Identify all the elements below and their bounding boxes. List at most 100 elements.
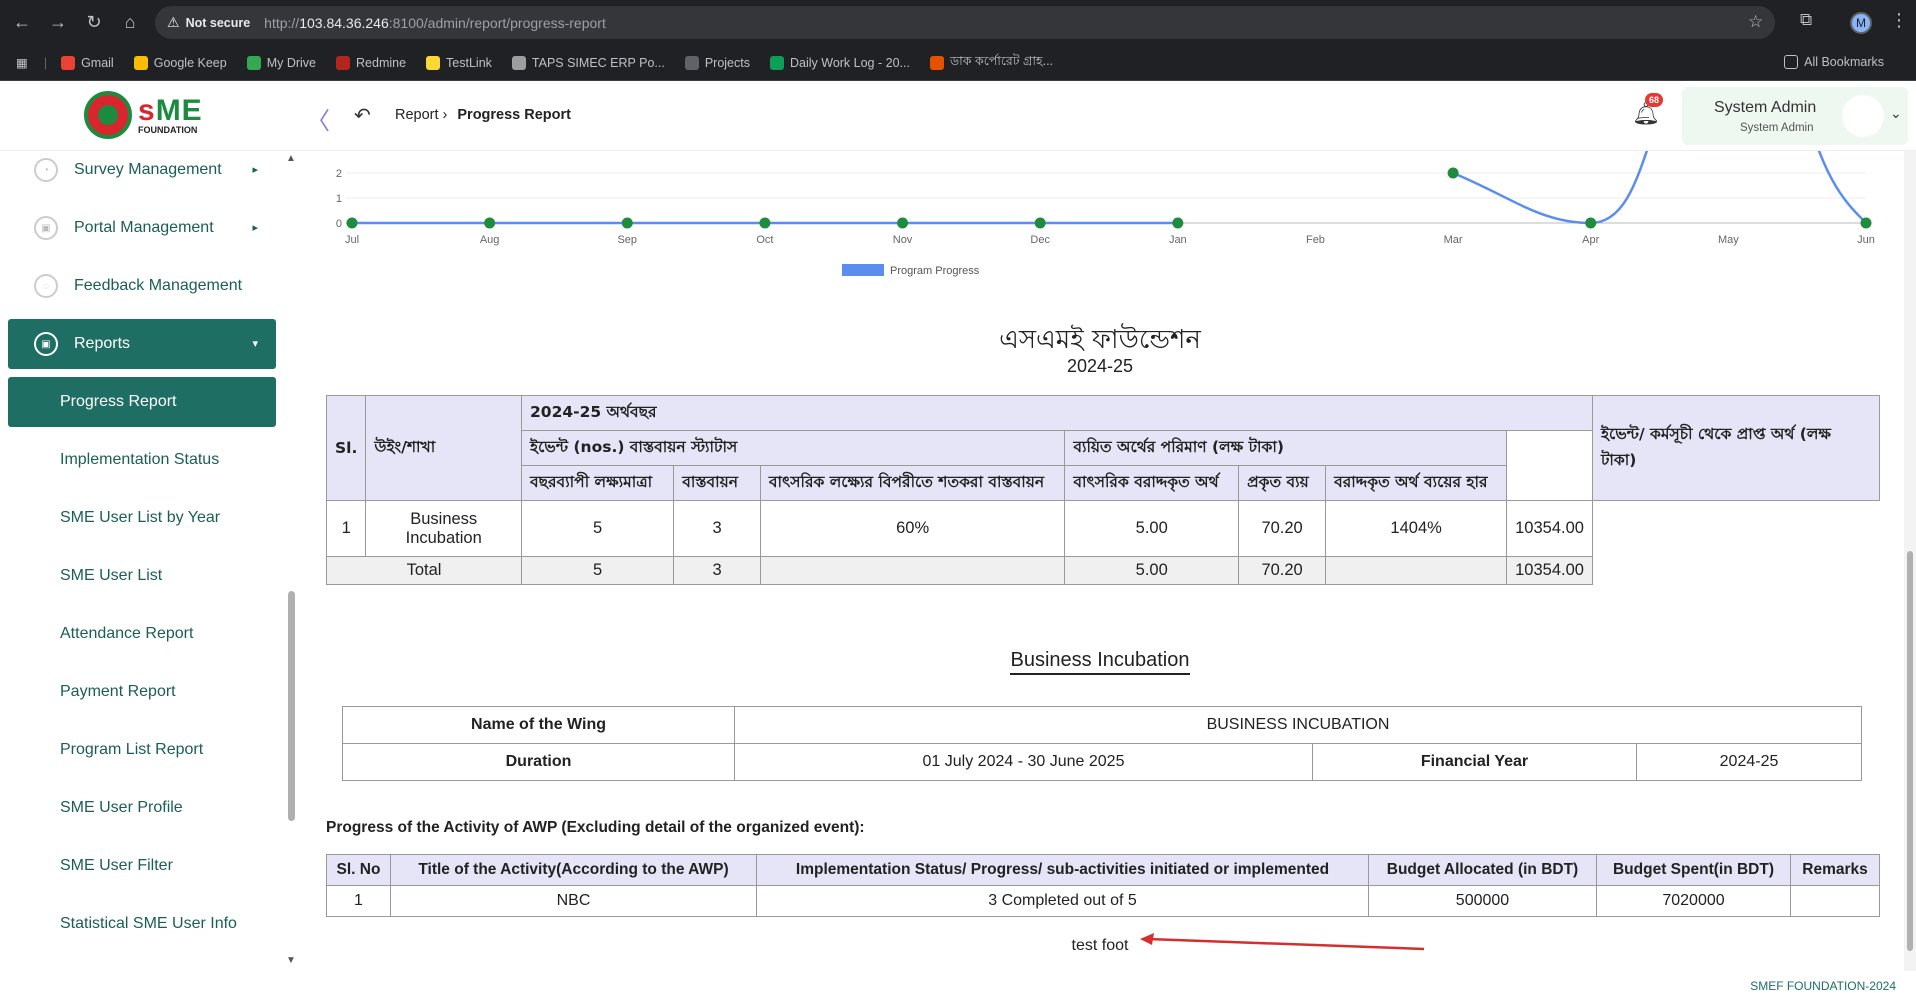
awp-table: Sl. No Title of the Activity(According t… (326, 854, 1880, 917)
bookmarks-bar: ▦ | Gmail Google Keep My Drive Redmine TestL… (0, 45, 1916, 81)
forward-arrow-icon[interactable]: → (44, 9, 72, 37)
bookmark-favicon-icon (769, 55, 784, 70)
bookmark-item[interactable]: TestLink (426, 53, 492, 73)
sidebar-subitem-sme-user-list[interactable]: SME User List (8, 551, 276, 601)
reload-icon[interactable]: ↻ (80, 9, 108, 37)
sidebar-subitem-program-list-report[interactable]: Program List Report (8, 725, 276, 775)
address-bar[interactable]: ⚠ Not secure http://103.84.36.246:8100/a… (155, 6, 1775, 39)
bookmark-star-icon[interactable]: ☆ (1748, 12, 1763, 32)
browser-menu-icon[interactable]: ⋮ (1890, 10, 1908, 31)
scroll-up-icon[interactable]: ▲ (286, 153, 296, 164)
sidebar-scrollbar[interactable]: ▲ ▼ (286, 151, 296, 971)
x-tick-label: Aug (480, 234, 500, 246)
chevron-down-icon: ⌄ (1890, 105, 1902, 121)
data-point (484, 217, 496, 229)
y-tick-label: 2 (336, 168, 342, 180)
bookmark-item[interactable]: My Drive (246, 53, 316, 73)
breadcrumb: Report › Progress Report (395, 107, 571, 123)
chevron-down-icon: ▾ (252, 338, 258, 350)
sidebar-subitem-sme-user-list-by-year[interactable]: SME User List by Year (8, 493, 276, 543)
bookmark-favicon-icon (246, 55, 261, 70)
total-row: Total 5 3 5.00 70.20 10354.00 (325, 556, 1880, 585)
bookmark-item[interactable]: ডাক কর্পোরেট গ্রাহ... (929, 53, 1053, 73)
sidebar-item-portal-management[interactable]: ▣ Portal Management ▸ (8, 203, 276, 253)
legend-swatch (842, 264, 884, 276)
awp-title: Progress of the Activity of AWP (Excludi… (326, 819, 865, 836)
profile-avatar[interactable]: M (1850, 12, 1872, 34)
user-menu[interactable]: System Admin System Admin ⌄ (1682, 87, 1908, 145)
summary-table: Sl. উইং/শাখা 2024-25 অর্থবছর ইভেন্ট/ কর্… (325, 395, 1881, 585)
back-arrow-icon[interactable]: ← (8, 9, 36, 37)
bookmark-favicon-icon (61, 55, 76, 70)
bookmark-item[interactable]: Daily Work Log - 20... (769, 53, 910, 73)
data-point (897, 217, 909, 229)
x-tick-label: May (1718, 234, 1739, 246)
sidebar-subitem-implementation-status[interactable]: Implementation Status (8, 435, 276, 485)
bookmark-item[interactable]: Google Keep (133, 53, 227, 73)
bookmark-favicon-icon (133, 55, 148, 70)
chevron-right-icon: ▸ (252, 164, 258, 176)
progress-line-chart: 0 1 2 Jul Aug Sep Oct Nov Dec Jan Feb Mar Apr May Jun P… (336, 151, 1875, 277)
sidebar-subitem-sme-user-filter[interactable]: SME User Filter (8, 841, 276, 891)
col-rate: বরাদ্দকৃত অর্থ ব্যয়ের হার (1325, 465, 1508, 501)
sidebar-scroll-thumb[interactable] (288, 591, 295, 821)
sidebar-item-reports[interactable]: ▣ Reports ▾ (8, 319, 276, 369)
col-income: ইভেন্ট/ কর্মসূচী থেকে প্রাপ্ত অর্থ (লক্ষ… (1591, 395, 1881, 501)
x-tick-label: Mar (1444, 234, 1463, 246)
col-implemented: বাস্তবায়ন (673, 465, 761, 501)
security-label: Not secure (185, 15, 251, 30)
sidebar-subitem-sme-user-profile[interactable]: SME User Profile (8, 783, 276, 833)
series-curve (1452, 151, 1867, 225)
bookmark-favicon-icon (336, 55, 351, 70)
page-scroll-thumb[interactable] (1907, 551, 1913, 951)
bookmark-favicon-icon (426, 55, 441, 70)
col-allocated: বাৎসরিক বরাদ্দকৃত অর্থ (1064, 465, 1240, 501)
lock-icon: ▣ (34, 216, 58, 240)
x-tick-label: Oct (756, 234, 773, 246)
back-icon[interactable]: ↶ (354, 103, 371, 128)
breadcrumb-parent[interactable]: Report (395, 107, 439, 123)
breadcrumb-current: Progress Report (457, 107, 571, 123)
bookmark-favicon-icon (511, 55, 526, 70)
bangladesh-emblem-icon (84, 91, 132, 139)
main-content: 0 1 2 Jul Aug Sep Oct Nov Dec Jan Feb Mar Apr May Jun P… (300, 151, 1900, 971)
sidebar-subitem-payment-report[interactable]: Payment Report (8, 667, 276, 717)
extensions-icon[interactable]: ⧉ (1800, 10, 1812, 30)
page-scrollbar[interactable] (1904, 151, 1916, 971)
sidebar-subitem-attendance-report[interactable]: Attendance Report (8, 609, 276, 659)
sidebar-subitem-progress-report[interactable]: Progress Report (8, 377, 276, 427)
data-point (1034, 217, 1046, 229)
sidebar-item-survey-management[interactable]: ◔ Survey Management ▸ (8, 151, 276, 195)
footer-text: SMEF FOUNDATION-2024 (1750, 979, 1896, 993)
wing-info-table: Name of the Wing BUSINESS INCUBATION Dur… (342, 706, 1862, 781)
x-tick-label: Nov (893, 234, 913, 246)
sidebar-item-feedback-management[interactable]: ◌ Feedback Management (8, 261, 276, 311)
chevron-right-icon: ▸ (252, 222, 258, 234)
table-row: 1 Business Incubation 5 3 60% 5.00 70.20… (325, 500, 1880, 557)
data-point (759, 217, 771, 229)
scroll-down-icon[interactable]: ▼ (286, 955, 296, 966)
reports-icon: ▣ (34, 332, 58, 356)
sidebar-collapse-icon[interactable]: 〈 (306, 101, 330, 136)
sme-logo[interactable]: sME FOUNDATION (84, 91, 203, 139)
all-bookmarks[interactable]: All Bookmarks (1784, 55, 1884, 69)
red-arrow-annotation (1140, 933, 1425, 951)
apps-grid-icon[interactable]: ▦ (16, 55, 28, 70)
avatar (1842, 95, 1884, 137)
bookmark-item[interactable]: Gmail (61, 53, 114, 73)
home-icon[interactable]: ⌂ (116, 9, 144, 37)
col-percent: বাৎসরিক লক্ষ্যের বিপরীতে শতকরা বাস্তবায়… (759, 465, 1066, 501)
data-point (1172, 217, 1184, 229)
col-annual-target: বছরব্যাপী লক্ষ্যমাত্রা (521, 465, 675, 501)
y-tick-label: 1 (336, 193, 342, 205)
bookmark-item[interactable]: Projects (684, 53, 750, 73)
bookmark-item[interactable]: TAPS SIMEC ERP Po... (511, 53, 665, 73)
sidebar-subitem-statistical-sme-user-info[interactable]: Statistical SME User Info (8, 899, 276, 949)
browser-toolbar: ← → ↻ ⌂ ⚠ Not secure http://103.84.36.24… (0, 0, 1916, 45)
bookmark-favicon-icon (929, 55, 944, 70)
footer-note: test foot (1071, 937, 1129, 954)
legend-label: Program Progress (890, 265, 980, 277)
y-tick-label: 0 (336, 218, 342, 230)
group-fiscal-year: 2024-25 অর্থবছর (521, 395, 1593, 431)
bookmark-item[interactable]: Redmine (336, 53, 406, 73)
